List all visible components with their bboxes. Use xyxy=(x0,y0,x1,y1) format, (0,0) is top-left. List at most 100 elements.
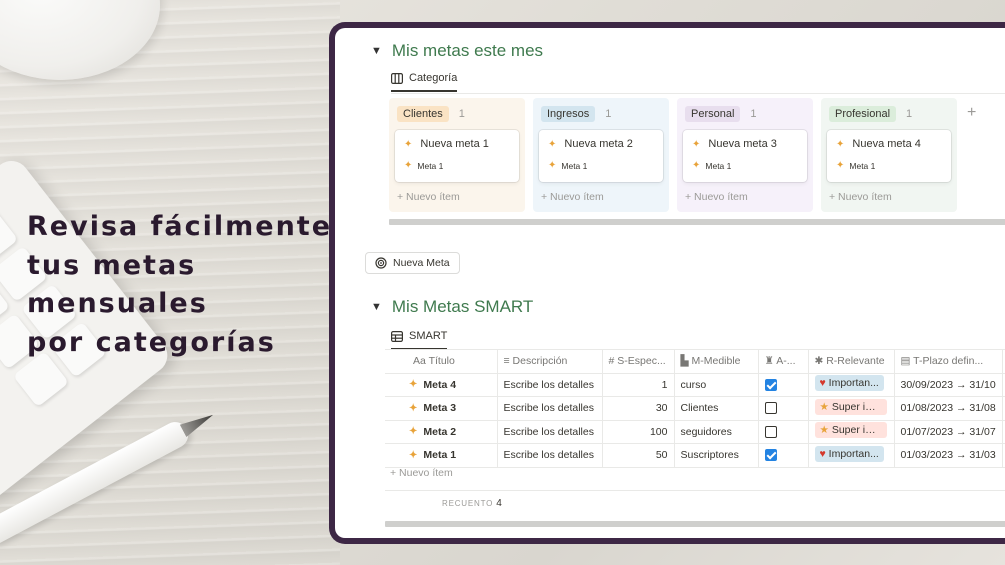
toggle-triangle-icon[interactable]: ▼ xyxy=(371,301,382,313)
relevance-label: Importan... xyxy=(828,377,879,390)
board-scrollbar[interactable] xyxy=(389,219,1005,225)
board-column-personal: Personal 1 ✦ Nueva meta 3 ✦ Meta 1 + Nuevo … xyxy=(677,98,813,212)
asterisk-icon: ✱ xyxy=(814,355,827,368)
card-title: Nueva meta 3 xyxy=(708,138,777,150)
row-description[interactable]: Escribe los detalles xyxy=(497,396,603,421)
table-row[interactable]: ✦ Meta 2 Escribe los detalles 100 seguido… xyxy=(385,420,1005,444)
relevance-label: Super im... xyxy=(831,400,883,413)
new-goal-label: Nueva Meta xyxy=(393,257,450,269)
column-header-titulo[interactable]: Aa Título xyxy=(385,349,498,374)
row-s-value[interactable]: 1 xyxy=(602,373,675,397)
column-count: 1 xyxy=(750,108,757,120)
relevance-label: Importan... xyxy=(828,447,879,460)
relevance-tag[interactable]: ♥ Importan... xyxy=(814,445,884,462)
column-header-m[interactable]: ▙ M-Medible xyxy=(674,349,759,374)
table-row[interactable]: ✦ Meta 4 Escribe los detalles 1 curso ♥ I… xyxy=(385,373,1005,397)
sparkle-icon: ✦ xyxy=(404,138,413,150)
tab-categoria[interactable]: Categoría xyxy=(391,72,458,92)
table-row[interactable]: ✦ Meta 1 Escribe los detalles 50 Suscript… xyxy=(385,443,1005,468)
headline-line: por categorías xyxy=(27,326,276,358)
relevance-tag[interactable]: ★ Super im... xyxy=(814,398,887,415)
smart-section-title[interactable]: ▼ Mis Metas SMART xyxy=(371,297,533,317)
column-header-descripcion[interactable]: ≡ Descripción xyxy=(497,349,603,374)
board-column-clientes: Clientes 1 ✦ Nueva meta 1 ✦ Meta 1 + Nuevo … xyxy=(389,98,525,212)
column-tag[interactable]: Profesional xyxy=(829,106,897,122)
new-row-button[interactable]: + Nuevo ítem xyxy=(390,467,453,479)
column-tag[interactable]: Personal xyxy=(685,106,741,122)
toggle-triangle-icon[interactable]: ▼ xyxy=(371,45,382,57)
row-m-value[interactable]: curso xyxy=(674,373,759,397)
new-item-button[interactable]: + Nuevo ítem xyxy=(539,191,663,203)
card-subtitle: Meta 1 xyxy=(705,160,732,171)
sparkle-icon: ✦ xyxy=(409,426,418,438)
checkbox-unchecked[interactable] xyxy=(764,402,777,415)
board-card[interactable]: ✦ Nueva meta 3 ✦ Meta 1 xyxy=(683,130,807,182)
row-title[interactable]: Meta 4 xyxy=(423,379,456,391)
sparkle-icon: ✦ xyxy=(836,160,845,171)
column-header-label: M-Medible xyxy=(691,355,741,368)
board-section-title[interactable]: ▼ Mis metas este mes xyxy=(371,41,543,61)
sparkle-icon: ✦ xyxy=(409,402,418,414)
row-s-value[interactable]: 100 xyxy=(602,420,675,444)
board-card[interactable]: ✦ Nueva meta 4 ✦ Meta 1 xyxy=(827,130,951,182)
relevance-tag[interactable]: ★ Super im... xyxy=(814,422,887,439)
row-s-value[interactable]: 50 xyxy=(602,443,675,468)
relevance-label: Super im... xyxy=(831,424,883,437)
row-date-range[interactable]: 01/08/2023 → 31/08 xyxy=(894,396,1003,421)
row-date-range[interactable]: 30/09/2023 → 31/10 xyxy=(894,373,1003,397)
checkbox-checked[interactable] xyxy=(764,378,777,391)
new-item-button[interactable]: + Nuevo ítem xyxy=(827,191,951,203)
count-value: 4 xyxy=(496,498,502,509)
row-count[interactable]: RECUENTO 4 xyxy=(442,498,502,509)
column-header-t[interactable]: ▤ T-Plazo defin... xyxy=(894,349,1003,374)
relevance-tag[interactable]: ♥ Importan... xyxy=(814,375,884,392)
row-title[interactable]: Meta 2 xyxy=(423,426,456,438)
column-header-label: R-Relevante xyxy=(826,355,885,368)
table-view-icon xyxy=(391,330,403,342)
row-date-range[interactable]: 01/03/2023 → 31/03 xyxy=(894,443,1003,468)
headline: Revisa fácilmente tus metas mensuales po… xyxy=(27,208,330,362)
row-s-value[interactable]: 30 xyxy=(602,396,675,421)
add-column-button[interactable]: + xyxy=(967,104,976,122)
card-title: Nueva meta 1 xyxy=(420,138,489,150)
row-date-range[interactable]: 01/07/2023 → 31/07 xyxy=(894,420,1003,444)
row-description[interactable]: Escribe los detalles xyxy=(497,420,603,444)
chart-icon: ▙ xyxy=(680,355,692,368)
row-description[interactable]: Escribe los detalles xyxy=(497,443,603,468)
column-header-r[interactable]: ✱ R-Relevante xyxy=(808,349,895,374)
column-header-s[interactable]: # S-Espec... xyxy=(602,349,675,374)
row-m-value[interactable]: seguidores xyxy=(674,420,759,444)
star-icon: ★ xyxy=(819,424,829,437)
row-m-value[interactable]: Clientes xyxy=(674,396,759,421)
new-item-button[interactable]: + Nuevo ítem xyxy=(395,191,519,203)
column-header-label: T-Plazo defin... xyxy=(913,355,984,368)
new-goal-button[interactable]: Nueva Meta xyxy=(365,252,460,274)
divider xyxy=(391,93,1005,94)
tab-smart[interactable]: SMART xyxy=(391,330,448,350)
table-row[interactable]: ✦ Meta 3 Escribe los detalles 30 Clientes… xyxy=(385,396,1005,421)
board-card[interactable]: ✦ Nueva meta 2 ✦ Meta 1 xyxy=(539,130,663,182)
smart-title: Mis Metas SMART xyxy=(391,297,534,316)
sparkle-icon: ✦ xyxy=(692,138,701,150)
heart-icon: ♥ xyxy=(819,377,826,390)
sparkle-icon: ✦ xyxy=(548,138,557,150)
count-label: RECUENTO xyxy=(442,499,494,508)
new-item-button[interactable]: + Nuevo ítem xyxy=(683,191,807,203)
trophy-icon: ♜ xyxy=(764,355,777,368)
sparkle-icon: ✦ xyxy=(548,160,557,171)
board-card[interactable]: ✦ Nueva meta 1 ✦ Meta 1 xyxy=(395,130,519,182)
row-title[interactable]: Meta 1 xyxy=(423,449,456,461)
row-title[interactable]: Meta 3 xyxy=(423,402,456,414)
sparkle-icon: ✦ xyxy=(409,449,418,461)
card-title: Nueva meta 4 xyxy=(852,138,921,150)
board-column-profesional: Profesional 1 ✦ Nueva meta 4 ✦ Meta 1 + Nue… xyxy=(821,98,957,212)
table-scrollbar[interactable] xyxy=(385,521,1005,527)
checkbox-unchecked[interactable] xyxy=(764,425,777,438)
column-header-a[interactable]: ♜ A-... xyxy=(758,349,809,374)
row-description[interactable]: Escribe los detalles xyxy=(497,373,603,397)
column-tag[interactable]: Ingresos xyxy=(541,106,596,122)
calendar-icon: ▤ xyxy=(900,355,914,368)
column-tag[interactable]: Clientes xyxy=(397,106,449,122)
checkbox-checked[interactable] xyxy=(764,449,777,462)
row-m-value[interactable]: Suscriptores xyxy=(674,443,759,468)
